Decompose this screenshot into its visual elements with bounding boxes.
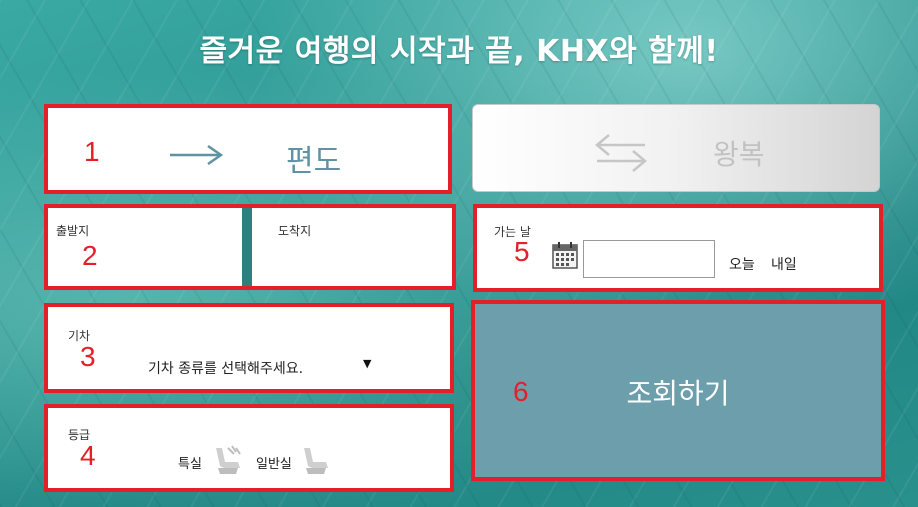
oneway-label: 편도 bbox=[286, 144, 342, 179]
train-type-select[interactable]: 기차 종류를 선택해주세요. bbox=[148, 358, 303, 378]
search-label: 조회하기 bbox=[626, 377, 730, 410]
annotation-number-1: 1 bbox=[84, 136, 100, 167]
search-button[interactable]: 6 조회하기 bbox=[471, 300, 885, 481]
annotation-number-2: 2 bbox=[82, 240, 98, 271]
annotation-number-4: 4 bbox=[80, 440, 96, 471]
arrival-label: 도착지 bbox=[278, 224, 312, 238]
departure-label: 출발지 bbox=[56, 224, 90, 238]
oneway-button[interactable]: 1 편도 bbox=[44, 104, 452, 194]
calendar-icon[interactable] bbox=[552, 241, 578, 273]
station-divider bbox=[242, 208, 252, 286]
general-seat-icon[interactable] bbox=[298, 444, 332, 482]
general-class-option[interactable]: 일반실 bbox=[256, 453, 292, 472]
train-type-panel: 기차 3 기차 종류를 선택해주세요. ▼ bbox=[44, 303, 454, 393]
date-panel: 가는 날 5 오늘 내일 bbox=[473, 204, 883, 292]
tomorrow-button[interactable]: 내일 bbox=[771, 254, 797, 274]
annotation-number-5: 5 bbox=[514, 236, 530, 267]
arrow-right-icon bbox=[168, 144, 224, 170]
roundtrip-label: 왕복 bbox=[713, 138, 765, 171]
special-seat-icon[interactable] bbox=[210, 444, 244, 482]
special-class-option[interactable]: 특실 bbox=[178, 453, 202, 472]
swap-arrows-icon bbox=[593, 133, 649, 177]
dropdown-caret-icon[interactable]: ▼ bbox=[363, 357, 371, 370]
arrival-field[interactable]: 도착지 bbox=[252, 208, 452, 286]
annotation-number-3: 3 bbox=[80, 341, 96, 372]
departure-field[interactable]: 출발지 2 bbox=[48, 208, 242, 286]
page-headline: 즐거운 여행의 시작과 끝, KHX와 함께! bbox=[199, 34, 719, 69]
date-input[interactable] bbox=[583, 240, 715, 278]
today-button[interactable]: 오늘 bbox=[729, 254, 755, 274]
seat-class-panel: 등급 4 특실 일반실 bbox=[44, 404, 454, 492]
roundtrip-button[interactable]: 왕복 bbox=[472, 104, 880, 192]
stations-panel: 출발지 2 도착지 bbox=[44, 204, 456, 290]
